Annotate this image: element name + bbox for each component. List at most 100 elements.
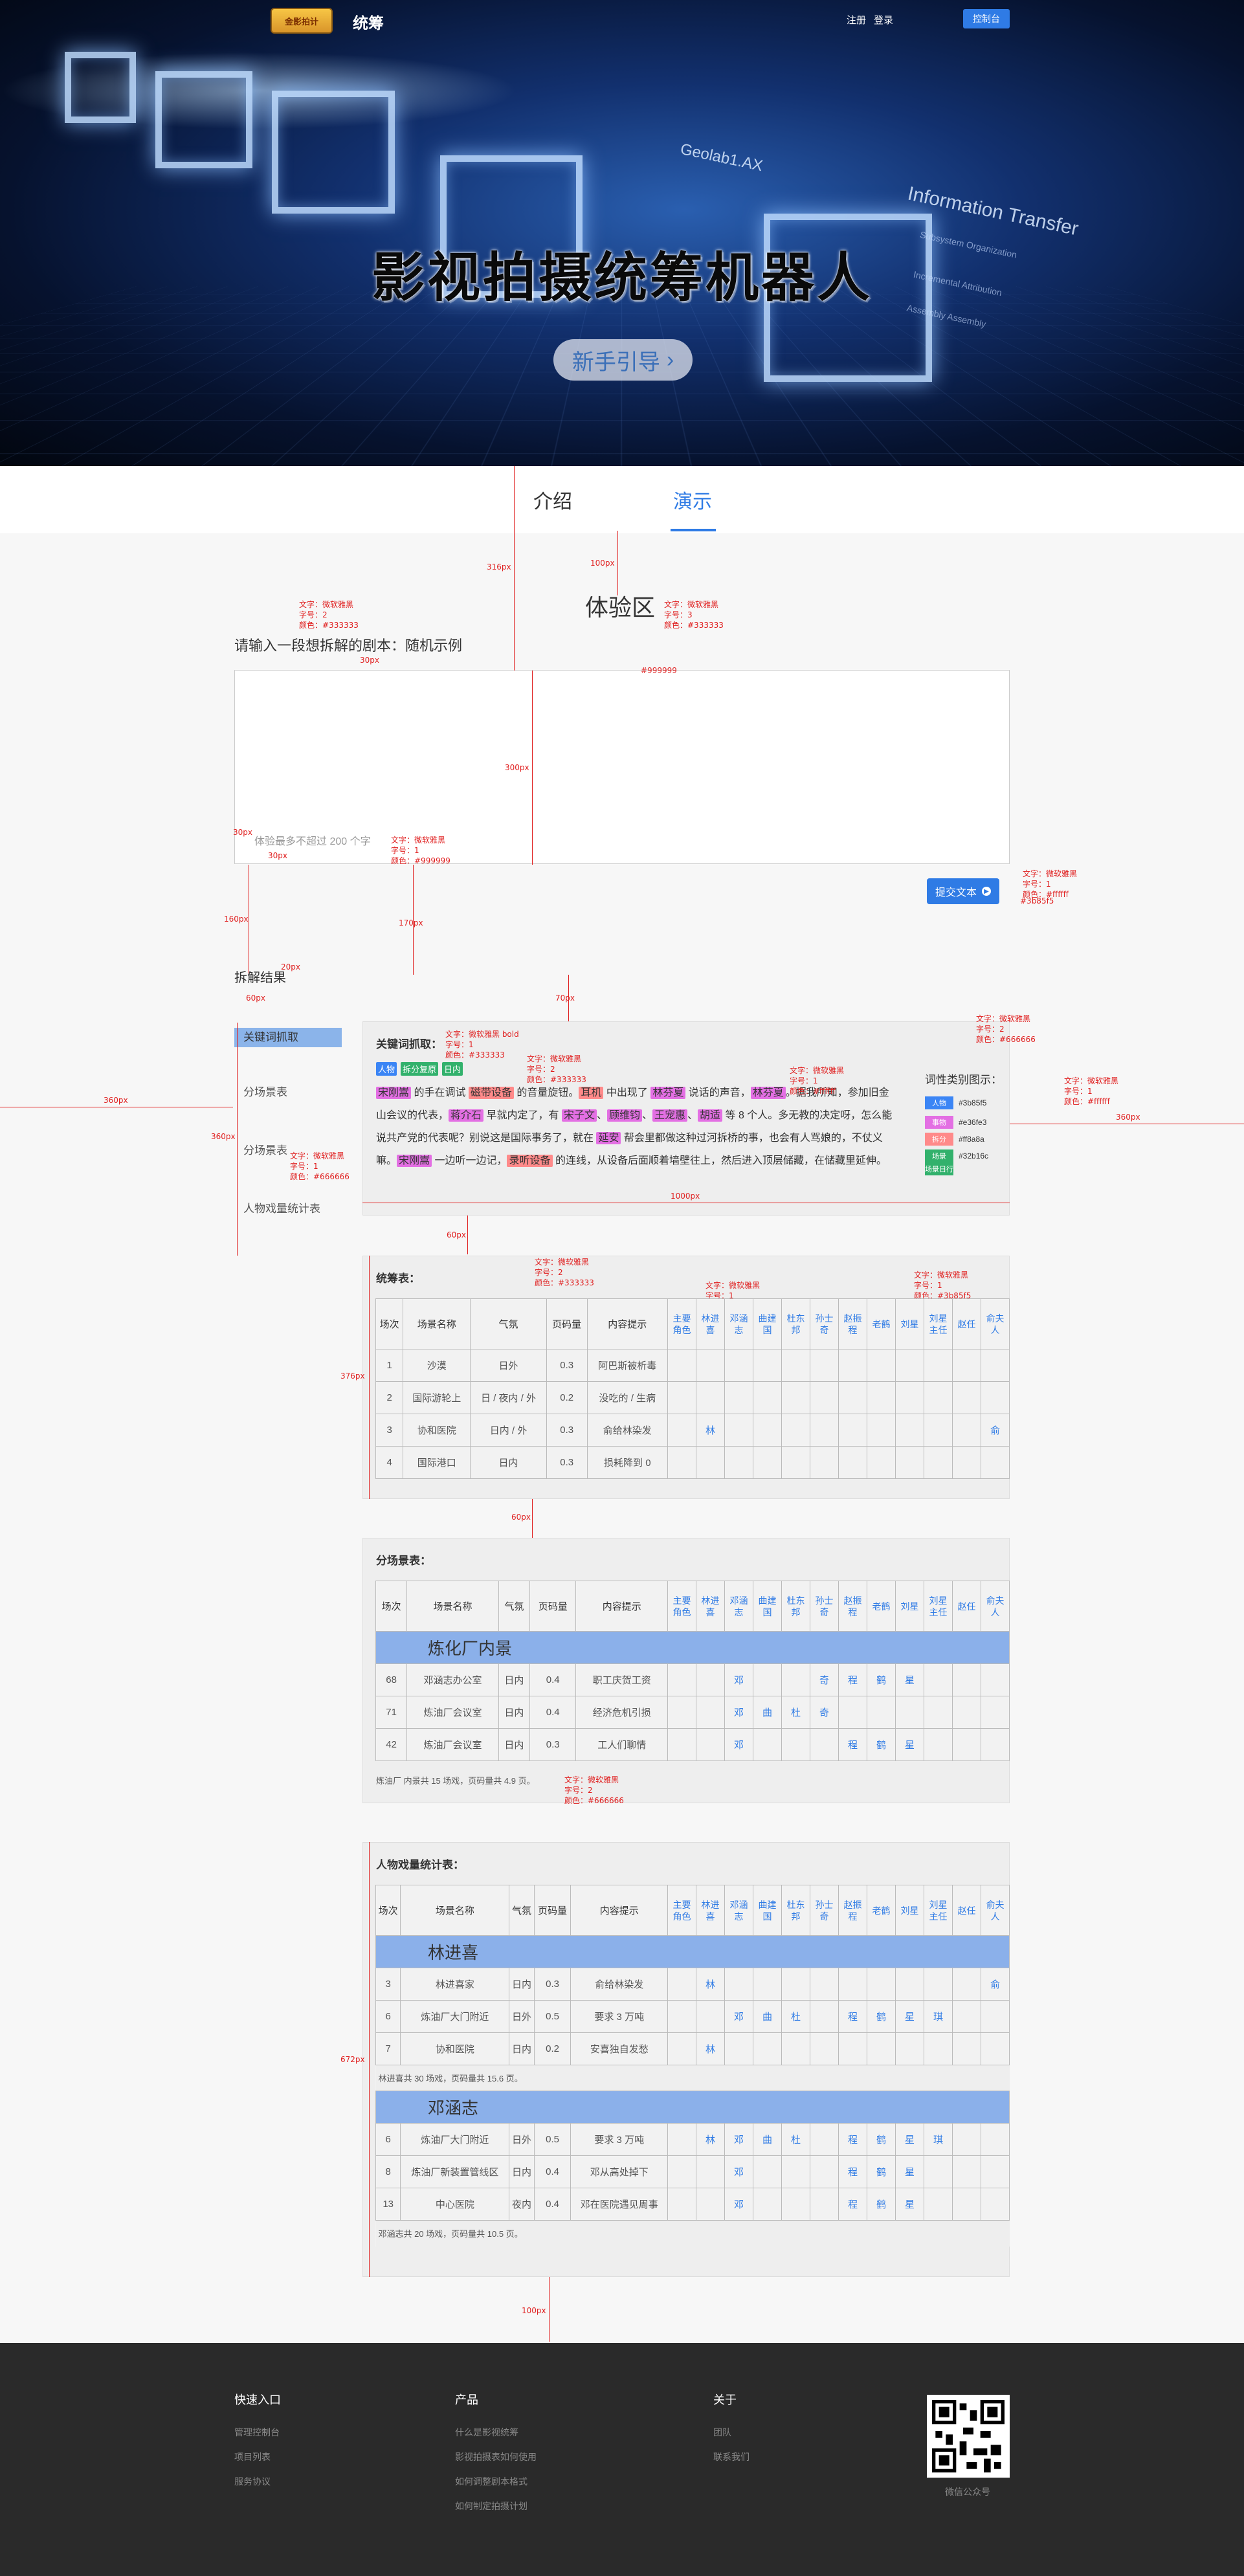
role-column-header: 林进喜 [696,1299,725,1349]
annotation-font: 文字：微软雅黑 字号：2 颜色：#666666 [564,1775,624,1806]
console-button[interactable]: 控制台 [963,9,1010,28]
footer-link[interactable]: 管理控制台 [234,2426,281,2439]
menu-scene-table[interactable]: 分场景表 [234,1081,351,1139]
column-header: 场次 [376,1299,403,1349]
legend-hex: #e36fe3 [959,1118,986,1127]
scene-summary: 炼油厂 内景共 15 场戏，页码量共 4.9 页。 [376,1774,535,1786]
keyword-tag: 日内 [442,1062,463,1076]
footer-link[interactable]: 如何调整剧本格式 [455,2475,537,2488]
tab-demo[interactable]: 演示 [673,485,712,514]
role-cell [696,1664,725,1696]
table-cell: 俞给林染发 [587,1414,667,1447]
submit-text-button[interactable]: 提交文本 ▶ [927,878,999,904]
keyword-tag-row: 人物 拆分复原 日内 [376,1062,463,1076]
column-header: 页码量 [546,1299,587,1349]
role-column-header: 孙士奇 [810,1581,839,1632]
column-header: 内容提示 [571,1885,668,1936]
footer-link[interactable]: 影视拍摄表如何使用 [455,2450,537,2463]
annotation-size: 60px [246,993,265,1003]
role-cell [953,2156,981,2188]
legend-hex: #ff8a8a [959,1135,984,1144]
role-cell [753,1382,782,1414]
table-cell: 邓从高处掉下 [571,2156,668,2188]
role-cell [981,2124,1010,2156]
role-cell [953,1729,981,1761]
annotation-font: 文字：微软雅黑 字号：2 颜色：#333333 [527,1054,586,1085]
role-column-header: 刘星主任 [924,1885,953,1936]
table-cell: 协和医院 [401,2033,509,2065]
table-cell: 42 [376,1729,407,1761]
paragraph-text: 、 [642,1110,652,1121]
table-cell: 日内 [509,1968,534,2001]
annotation-line [514,466,515,671]
annotation-size: 316px [487,562,511,572]
role-cell: 程 [839,1664,867,1696]
role-cell [953,1349,981,1382]
table-cell: 4 [376,1447,403,1479]
table-cell: 职工庆贺工资 [576,1664,668,1696]
table-cell: 经济危机引损 [576,1696,668,1729]
role-cell [867,1414,896,1447]
legend-chip: 人物 [925,1096,953,1109]
annotation-size: 672px [340,2054,365,2065]
role-column-header: 杜东邦 [782,1299,810,1349]
legend-chip: 事物 [925,1116,953,1129]
keyword-highlight: 延安 [596,1132,621,1144]
role-cell: 邓 [725,1664,753,1696]
guide-button-label: 新手引导 [572,344,660,376]
login-link[interactable]: 登录 [874,13,893,27]
script-textarea[interactable]: 体验最多不超过 200 个字 [234,670,1010,864]
role-cell: 星 [896,2188,924,2221]
logo[interactable]: 金影拍计 [271,8,333,34]
role-column-header: 老鹤 [867,1885,896,1936]
role-cell [839,1968,867,2001]
table-row: 2 国际游轮上日 / 夜内 / 外 0.2 没吃的 / 生病 [376,1382,1010,1414]
paragraph-text: 、 [597,1110,607,1121]
role-cell: 林 [696,1414,725,1447]
guide-button[interactable]: 新手引导 › [553,339,693,381]
input-label[interactable]: 请输入一段想拆解的剧本：随机示例 [234,634,462,655]
role-cell [782,1349,810,1382]
legend-item: 事物 #e36fe3 [925,1116,986,1129]
hero-frame-decoration [155,71,252,168]
table-row: 6 炼油厂大门附近 日外 0.5 要求 3 万吨邓曲杜程鹤星琪 [376,2001,1010,2033]
role-cell [696,1696,725,1729]
table-header-row: 场次 场景名称 气氛 页码量 内容提示 主要角色 林进喜 邓涵志 曲建国 杜东邦 孙士奇 赵振程 老鹤刘… [376,1299,1010,1349]
footer-col-title: 快速入口 [234,2391,281,2408]
menu-person-stats[interactable]: 人物戏量统计表 [234,1197,351,1256]
footer-link[interactable]: 如何制定拍摄计划 [455,2500,537,2513]
footer-link[interactable]: 服务协议 [234,2475,281,2488]
role-cell [924,1447,953,1479]
annotation-line [369,1842,370,2277]
annotation-size: 30px [360,655,379,665]
active-tab-underline [671,529,716,531]
role-column-header: 邓涵志 [725,1885,753,1936]
keyword-highlight: 林芬夏 [650,1087,685,1099]
footer-link[interactable]: 项目列表 [234,2450,281,2463]
menu-keywords[interactable]: 关键词抓取 [234,1023,351,1081]
role-cell [839,1447,867,1479]
footer-link[interactable]: 团队 [713,2426,750,2439]
role-cell [981,1696,1010,1729]
footer-link[interactable]: 什么是影视统筹 [455,2426,537,2439]
legend-chip: 拆分 [925,1133,953,1146]
group-row: 炼化厂内景 [376,1632,1010,1664]
role-cell [668,2188,696,2221]
table-cell: 日外 [509,2001,534,2033]
register-link[interactable]: 注册 [847,13,866,27]
role-cell [924,1414,953,1447]
paragraph-text: 的音量旋钮。 [514,1087,579,1098]
legend-item: 人物 #3b85f5 [925,1096,986,1109]
role-cell [810,1349,839,1382]
table-cell: 炼油厂会议室 [407,1729,499,1761]
role-cell [981,1729,1010,1761]
role-cell: 程 [839,2124,867,2156]
role-cell [924,1349,953,1382]
role-column-header: 赵振程 [839,1581,867,1632]
table-cell: 0.2 [546,1382,587,1414]
footer-link[interactable]: 联系我们 [713,2450,750,2463]
hero-title: 影视拍摄统筹机器人 [0,234,1244,311]
table-cell: 国际游轮上 [403,1382,471,1414]
result-side-menu: 关键词抓取 分场景表 分场景表 人物戏量统计表 [234,1023,351,1256]
tab-intro[interactable]: 介绍 [533,485,572,514]
